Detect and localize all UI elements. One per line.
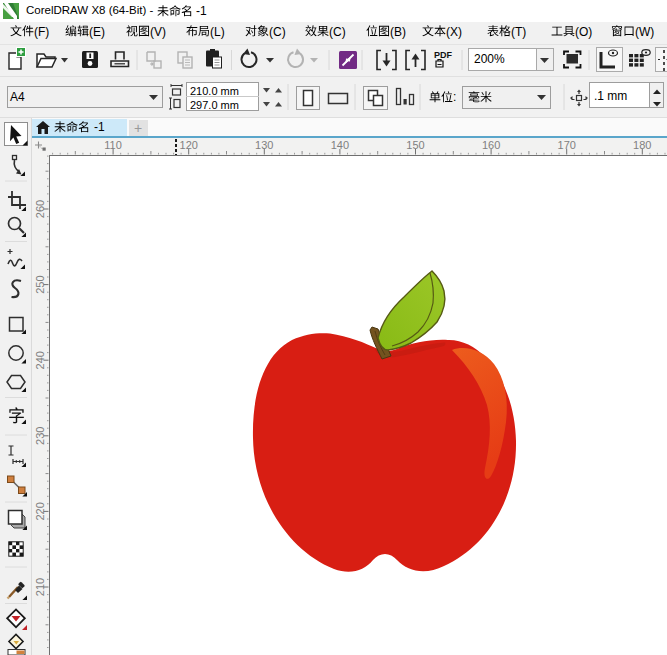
svg-text:140: 140 (331, 139, 349, 151)
svg-text:110: 110 (104, 139, 122, 151)
svg-text:120: 120 (180, 139, 198, 151)
svg-text:170: 170 (558, 139, 576, 151)
svg-text:180: 180 (633, 139, 651, 151)
svg-text:160: 160 (482, 139, 500, 151)
svg-text:130: 130 (255, 139, 273, 151)
svg-text:150: 150 (406, 139, 424, 151)
